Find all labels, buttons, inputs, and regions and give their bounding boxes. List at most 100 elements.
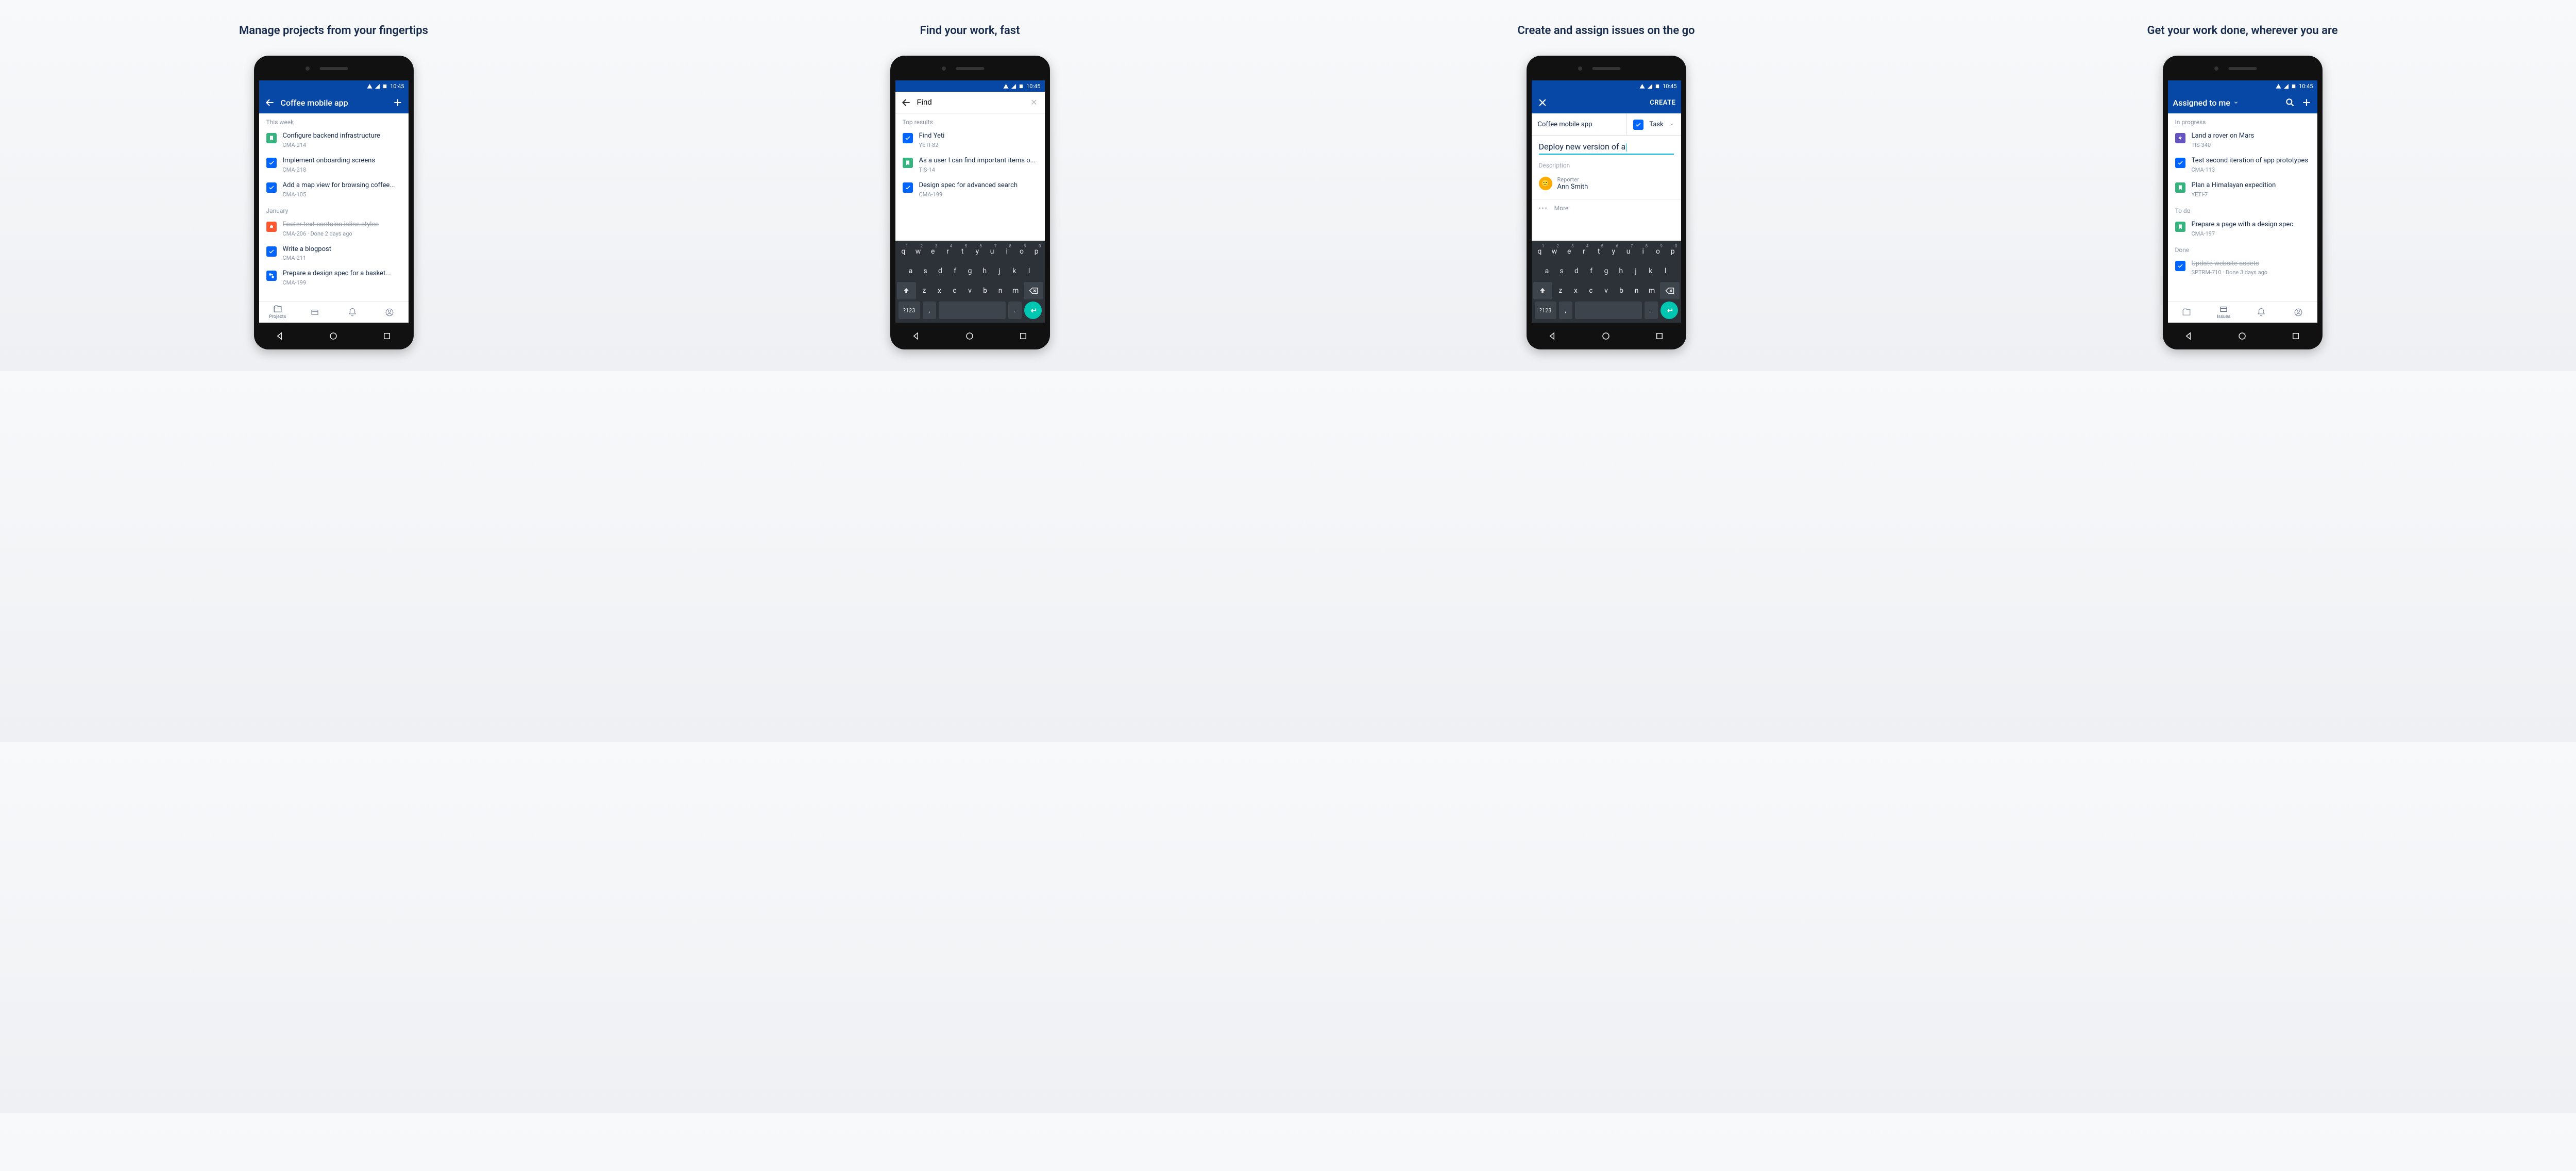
search-icon[interactable] — [2284, 97, 2296, 108]
key-u[interactable]: 7u — [1622, 243, 1635, 260]
reporter-field[interactable]: 🙂 Reporter Ann Smith — [1532, 173, 1681, 194]
key-n[interactable]: n — [1630, 282, 1643, 299]
key-u[interactable]: 7u — [986, 243, 999, 260]
key-b[interactable]: b — [978, 282, 992, 299]
list-item[interactable]: Prepare a page with a design specCMA-197 — [2168, 216, 2317, 241]
shift-key[interactable] — [897, 282, 916, 299]
enter-key[interactable] — [1660, 302, 1678, 319]
list-item[interactable]: Write a blogpostCMA-211 — [259, 241, 409, 266]
key-g[interactable]: g — [963, 262, 977, 280]
key-b[interactable]: b — [1615, 282, 1629, 299]
key-h[interactable]: h — [1614, 262, 1628, 280]
summary-input[interactable]: Deploy new version of a — [1539, 142, 1674, 155]
tab-issues[interactable] — [296, 302, 334, 323]
key-q[interactable]: 1q — [896, 243, 910, 260]
description-field[interactable]: Description — [1532, 158, 1681, 173]
key-a[interactable]: a — [904, 262, 917, 280]
clear-icon[interactable]: ✕ — [1028, 97, 1039, 107]
key-w[interactable]: 2w — [1548, 243, 1561, 260]
backspace-key[interactable] — [1024, 282, 1043, 299]
filter-dropdown[interactable]: Assigned to me — [2173, 98, 2279, 108]
list-item[interactable]: Implement onboarding screensCMA-218 — [259, 153, 409, 177]
list-item[interactable]: Plan a Himalayan expeditionYETI-7 — [2168, 177, 2317, 202]
keyboard[interactable]: 1q2w3e4r5t6y7u8i9o0pasdfghjklzxcvbnm?123… — [895, 241, 1045, 323]
key-e[interactable]: 3e — [1563, 243, 1576, 260]
list-item[interactable]: Land a rover on MarsTIS-340 — [2168, 128, 2317, 153]
key-y[interactable]: 6y — [971, 243, 984, 260]
close-icon[interactable] — [1537, 97, 1548, 108]
key-p[interactable]: 0p — [1030, 243, 1043, 260]
back-icon[interactable] — [901, 97, 912, 108]
issuetype-picker[interactable]: Task — [1627, 113, 1681, 135]
tab-issues[interactable]: Issues — [2205, 302, 2243, 323]
more-fields[interactable]: ••• More — [1532, 199, 1681, 217]
key-c[interactable]: c — [948, 282, 962, 299]
key-v[interactable]: v — [963, 282, 977, 299]
list-item[interactable]: Design spec for advanced searchCMA-199 — [895, 177, 1045, 202]
key-p[interactable]: 0p — [1666, 243, 1680, 260]
backspace-key[interactable] — [1660, 282, 1679, 299]
key-w[interactable]: 2w — [911, 243, 925, 260]
list-item[interactable]: Update website assetsSPTRM-710 · Done 3 … — [2168, 256, 2317, 280]
list-item[interactable]: Configure backend infrastructureCMA-214 — [259, 128, 409, 153]
key-r[interactable]: 4r — [941, 243, 955, 260]
tab-notifications[interactable] — [2243, 302, 2280, 323]
list-item[interactable]: Footer text contains inline stylesCMA-20… — [259, 216, 409, 241]
key-t[interactable]: 5t — [956, 243, 969, 260]
list-item[interactable]: Prepare a design spec for a basket...CMA… — [259, 265, 409, 290]
enter-key[interactable] — [1024, 302, 1042, 319]
period-key[interactable]: . — [1645, 302, 1658, 319]
key-c[interactable]: c — [1584, 282, 1598, 299]
shift-key[interactable] — [1533, 282, 1552, 299]
key-z[interactable]: z — [918, 282, 931, 299]
key-j[interactable]: j — [993, 262, 1006, 280]
key-g[interactable]: g — [1600, 262, 1613, 280]
key-m[interactable]: m — [1645, 282, 1659, 299]
tab-projects[interactable] — [2168, 302, 2206, 323]
key-k[interactable]: k — [1008, 262, 1021, 280]
key-m[interactable]: m — [1009, 282, 1023, 299]
space-key[interactable] — [1575, 302, 1642, 319]
list-item[interactable]: Test second iteration of app prototypesC… — [2168, 153, 2317, 177]
key-i[interactable]: 8i — [1000, 243, 1013, 260]
tab-account[interactable] — [2280, 302, 2317, 323]
period-key[interactable]: . — [1008, 302, 1022, 319]
key-f[interactable]: f — [1585, 262, 1598, 280]
back-icon[interactable] — [264, 97, 276, 108]
key-d[interactable]: d — [934, 262, 947, 280]
key-v[interactable]: v — [1599, 282, 1613, 299]
comma-key[interactable]: , — [923, 302, 936, 319]
key-e[interactable]: 3e — [926, 243, 940, 260]
search-input[interactable] — [917, 98, 1024, 107]
key-f[interactable]: f — [948, 262, 962, 280]
key-h[interactable]: h — [978, 262, 991, 280]
key-n[interactable]: n — [993, 282, 1007, 299]
symbols-key[interactable]: ?123 — [899, 302, 920, 319]
tab-account[interactable] — [371, 302, 409, 323]
comma-key[interactable]: , — [1559, 302, 1572, 319]
project-picker[interactable]: Coffee mobile app — [1532, 113, 1627, 135]
add-icon[interactable] — [392, 97, 403, 108]
key-z[interactable]: z — [1554, 282, 1568, 299]
key-s[interactable]: s — [919, 262, 932, 280]
key-l[interactable]: l — [1023, 262, 1036, 280]
list-item[interactable]: Add a map view for browsing coffee...CMA… — [259, 177, 409, 202]
list-item[interactable]: Find YetiYETI-82 — [895, 128, 1045, 153]
key-o[interactable]: 9o — [1651, 243, 1665, 260]
key-x[interactable]: x — [1569, 282, 1583, 299]
add-icon[interactable] — [2301, 97, 2312, 108]
key-j[interactable]: j — [1629, 262, 1642, 280]
create-button[interactable]: CREATE — [1650, 99, 1675, 107]
key-i[interactable]: 8i — [1636, 243, 1650, 260]
key-s[interactable]: s — [1555, 262, 1568, 280]
key-k[interactable]: k — [1644, 262, 1657, 280]
key-t[interactable]: 5t — [1592, 243, 1605, 260]
list-item[interactable]: As a user I can find important items o..… — [895, 153, 1045, 177]
key-r[interactable]: 4r — [1578, 243, 1591, 260]
key-x[interactable]: x — [933, 282, 946, 299]
key-a[interactable]: a — [1540, 262, 1553, 280]
tab-notifications[interactable] — [334, 302, 371, 323]
key-l[interactable]: l — [1659, 262, 1672, 280]
keyboard[interactable]: 1q2w3e4r5t6y7u8i9o0pasdfghjklzxcvbnm?123… — [1532, 241, 1681, 323]
tab-projects[interactable]: Projects — [259, 302, 297, 323]
